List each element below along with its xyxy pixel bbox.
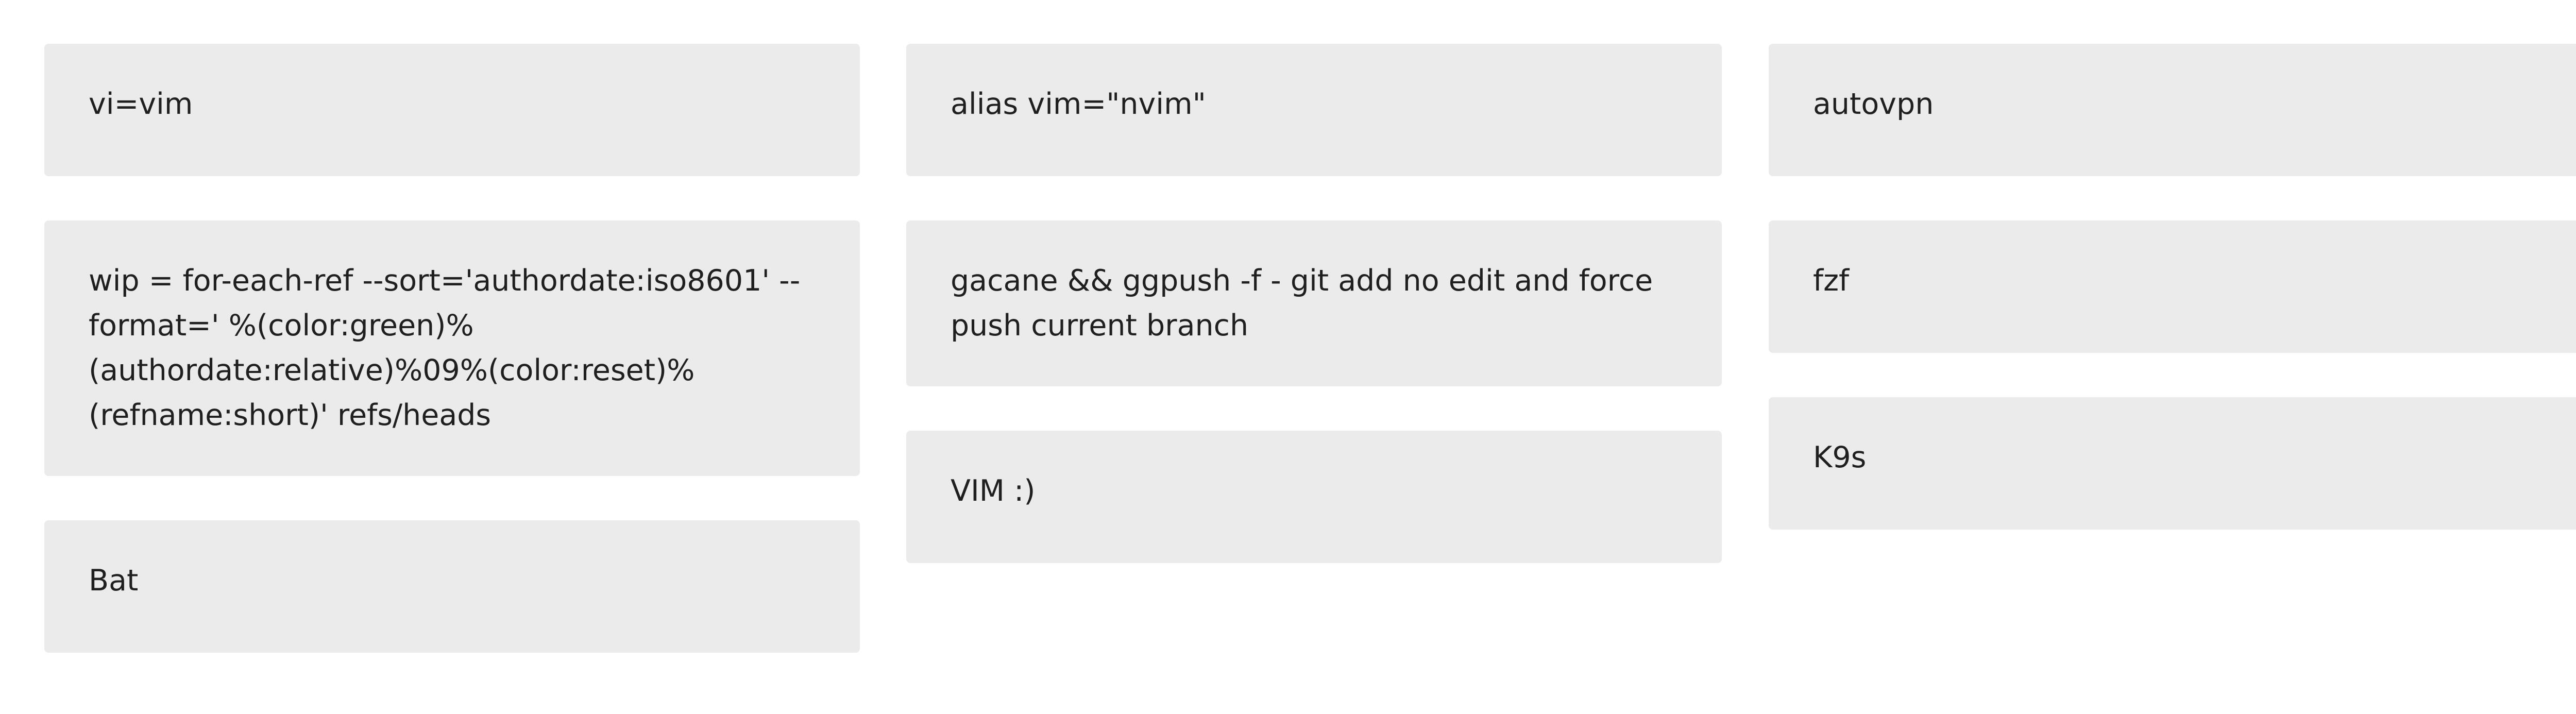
column-3: autovpn fzf K9s: [1769, 44, 2576, 530]
card[interactable]: autovpn: [1769, 44, 2576, 176]
card[interactable]: wip = for-each-ref --sort='authordate:is…: [44, 220, 860, 476]
card[interactable]: alias vim="nvim": [906, 44, 1722, 176]
card[interactable]: K9s: [1769, 397, 2576, 530]
card-text: alias vim="nvim": [951, 87, 1206, 121]
card-text: Bat: [89, 564, 139, 598]
card-text: gacane && ggpush -f - git add no edit an…: [951, 264, 1663, 343]
card-text: autovpn: [1813, 87, 1934, 121]
card[interactable]: Bat: [44, 520, 860, 653]
column-2: alias vim="nvim" gacane && ggpush -f - g…: [906, 44, 1722, 563]
card[interactable]: fzf: [1769, 220, 2576, 353]
card-text: vi=vim: [89, 87, 193, 121]
card-text: wip = for-each-ref --sort='authordate:is…: [89, 264, 801, 432]
cards-board: vi=vim wip = for-each-ref --sort='author…: [0, 0, 2576, 714]
card-text: K9s: [1813, 440, 1867, 474]
column-1: vi=vim wip = for-each-ref --sort='author…: [44, 44, 860, 653]
card[interactable]: gacane && ggpush -f - git add no edit an…: [906, 220, 1722, 386]
card-text: VIM :): [951, 474, 1036, 508]
card[interactable]: vi=vim: [44, 44, 860, 176]
card[interactable]: VIM :): [906, 431, 1722, 563]
card-text: fzf: [1813, 264, 1850, 298]
